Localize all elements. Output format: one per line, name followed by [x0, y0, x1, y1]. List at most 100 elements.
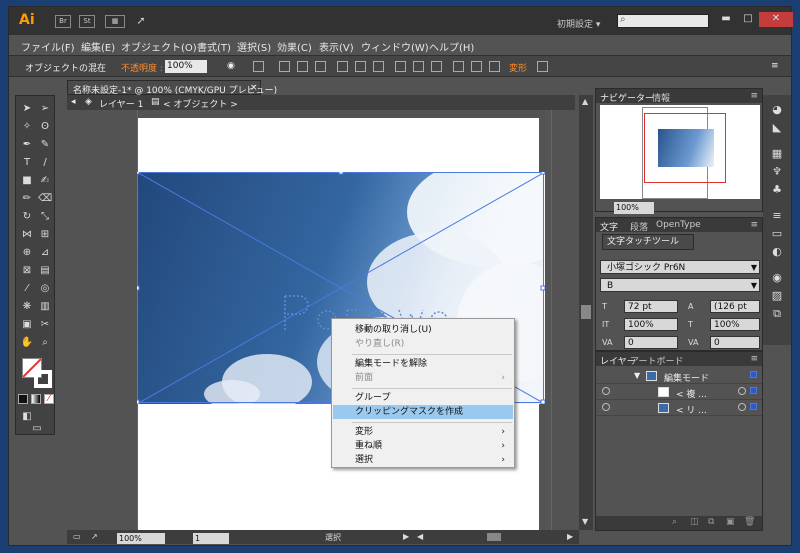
lasso-icon[interactable]: ʘ [38, 120, 52, 134]
layer-name[interactable]: < 複 ... [676, 387, 707, 400]
tab-navigator[interactable]: ナビゲーター [600, 91, 654, 104]
expand-arrow-icon[interactable]: ▼ [634, 371, 640, 380]
tab-character[interactable]: 文字 [600, 220, 618, 233]
eraser-tool-icon[interactable]: ⌫ [38, 192, 52, 206]
color-guide-icon[interactable]: ◣ [770, 121, 784, 135]
control-menu-icon[interactable]: ≡ [771, 61, 779, 71]
panel-menu-icon[interactable]: ≡ [750, 354, 758, 364]
symbol-sprayer-icon[interactable]: ❋ [20, 300, 34, 314]
curvature-tool-icon[interactable]: ✎ [38, 138, 52, 152]
hscroll-left-icon[interactable]: ◀ [417, 532, 423, 541]
gpu-rocket-icon[interactable]: ➚ [133, 15, 149, 28]
layer-row[interactable]: ▼ 編集モード [596, 370, 762, 384]
menu-transform[interactable]: 変形 › [333, 425, 513, 439]
isolate-icon[interactable] [537, 61, 548, 72]
eyedropper-icon[interactable]: ⁄ [20, 282, 34, 296]
gradient-tool-icon[interactable]: ▤ [38, 264, 52, 278]
none-mode-icon[interactable]: ⁄ [44, 394, 54, 404]
layer-name[interactable]: 編集モード [664, 371, 709, 384]
horizontal-scroll-thumb[interactable] [487, 533, 501, 541]
document-tab[interactable]: 名称未設定-1* @ 100% (CMYK/GPU プレビュー) × [67, 80, 277, 96]
pencil-tool-icon[interactable]: ✏ [20, 192, 34, 206]
gradient-icon[interactable]: ▭ [770, 227, 784, 241]
font-family-select[interactable]: 小塚ゴシック Pr6N ▼ [600, 260, 760, 274]
pen-tool-icon[interactable]: ✒ [20, 138, 34, 152]
distribute-bottom-icon[interactable] [431, 61, 442, 72]
visibility-eye-icon[interactable] [602, 403, 610, 411]
target-icon[interactable] [738, 387, 746, 395]
menu-arrange[interactable]: 重ね順 › [333, 439, 513, 453]
status-mode[interactable]: 選択 [325, 532, 341, 543]
status-arrow-icon[interactable]: ▶ [403, 532, 409, 541]
blend-tool-icon[interactable]: ◎ [38, 282, 52, 296]
menu-redo[interactable]: やり直し(R) [333, 337, 513, 351]
stock-button[interactable]: St [79, 15, 95, 28]
back-arrow-icon[interactable]: ◂ [71, 97, 76, 107]
align-vcenter-icon[interactable] [355, 61, 366, 72]
new-sublayer-icon[interactable]: ⧉ [708, 517, 714, 527]
tab-info[interactable]: 情報 [652, 91, 670, 104]
direct-selection-tool-icon[interactable]: ➢ [38, 102, 52, 116]
target-icon[interactable] [738, 403, 746, 411]
bridge-button[interactable]: Br [55, 15, 71, 28]
distribute-vcenter-icon[interactable] [413, 61, 424, 72]
menu-file[interactable]: ファイル(F) [21, 39, 75, 54]
navigator-zoom-input[interactable]: 100% [614, 202, 654, 214]
clipping-mask-icon[interactable]: ◫ [690, 517, 699, 527]
tracking-input[interactable]: 0 [710, 336, 760, 349]
new-layer-icon[interactable]: ▣ [726, 517, 735, 527]
tab-paragraph[interactable]: 段落 [630, 220, 648, 233]
menu-window[interactable]: ウィンドウ(W) [361, 39, 429, 54]
menu-select[interactable]: 選択(S) [237, 39, 271, 54]
layer-row[interactable]: < 複 ... [596, 386, 762, 400]
panel-menu-icon[interactable]: ≡ [750, 220, 758, 230]
font-style-select[interactable]: B ▼ [600, 278, 760, 292]
workspace-switcher[interactable]: 初期設定 ▾ [557, 17, 600, 30]
breadcrumb-layer[interactable]: レイヤー 1 [99, 97, 143, 110]
font-size-input[interactable]: 72 pt [624, 300, 678, 313]
selection-tool-icon[interactable]: ➤ [20, 102, 34, 116]
menu-make-clipping-mask[interactable]: クリッピングマスクを作成 [333, 405, 513, 419]
leading-input[interactable]: (126 pt [710, 300, 760, 313]
transform-link[interactable]: 変形 [509, 61, 527, 74]
free-transform-icon[interactable]: ⊞ [38, 228, 52, 242]
selection-indicator[interactable] [750, 387, 757, 394]
horizontal-scale-input[interactable]: 100% [710, 318, 760, 331]
type-tool-icon[interactable]: T [20, 156, 34, 170]
layer-name[interactable]: < リ ... [676, 403, 707, 416]
paintbrush-icon[interactable]: ✍ [38, 174, 52, 188]
rotate-tool-icon[interactable]: ↻ [20, 210, 34, 224]
scale-tool-icon[interactable]: ⤡ [38, 210, 52, 224]
align-bottom-icon[interactable] [373, 61, 384, 72]
width-tool-icon[interactable]: ⋈ [20, 228, 34, 242]
tab-opentype[interactable]: OpenType [656, 220, 701, 230]
scroll-up-icon[interactable]: ▲ [582, 97, 588, 106]
layer-row[interactable]: < リ ... [596, 402, 762, 416]
screen-mode-icon[interactable]: ▭ [30, 422, 44, 436]
symbols-icon[interactable]: ♣ [770, 183, 784, 197]
hscroll-right-icon[interactable]: ▶ [567, 532, 573, 541]
hand-tool-icon[interactable]: ✋ [20, 336, 34, 350]
color-panel-icon[interactable]: ◕ [770, 103, 784, 117]
align-hcenter-icon[interactable] [297, 61, 308, 72]
line-tool-icon[interactable]: / [38, 156, 52, 170]
vertical-scale-input[interactable]: 100% [624, 318, 678, 331]
shape-builder-icon[interactable]: ⊕ [20, 246, 34, 260]
opacity-label[interactable]: 不透明度 : [121, 61, 163, 74]
distribute-left-icon[interactable] [453, 61, 464, 72]
magic-wand-icon[interactable]: ✧ [20, 120, 34, 134]
close-button[interactable]: ✕ [759, 12, 793, 27]
panel-menu-icon[interactable]: ≡ [750, 91, 758, 101]
artboard-number-input[interactable]: 1 [193, 533, 229, 544]
locate-object-icon[interactable]: ⌕ [672, 517, 677, 527]
brushes-icon[interactable]: ♆ [770, 165, 784, 179]
align-top-icon[interactable] [337, 61, 348, 72]
navigator-preview[interactable] [600, 105, 760, 199]
artboard-tool-icon[interactable]: ▣ [20, 318, 34, 332]
rectangle-tool-icon[interactable]: ■ [20, 174, 34, 188]
kerning-input[interactable]: 0 [624, 336, 678, 349]
navigator-view-box[interactable] [644, 113, 726, 183]
menu-type[interactable]: 書式(T) [197, 39, 231, 54]
distribute-right-icon[interactable] [489, 61, 500, 72]
scroll-down-icon[interactable]: ▼ [582, 517, 588, 526]
